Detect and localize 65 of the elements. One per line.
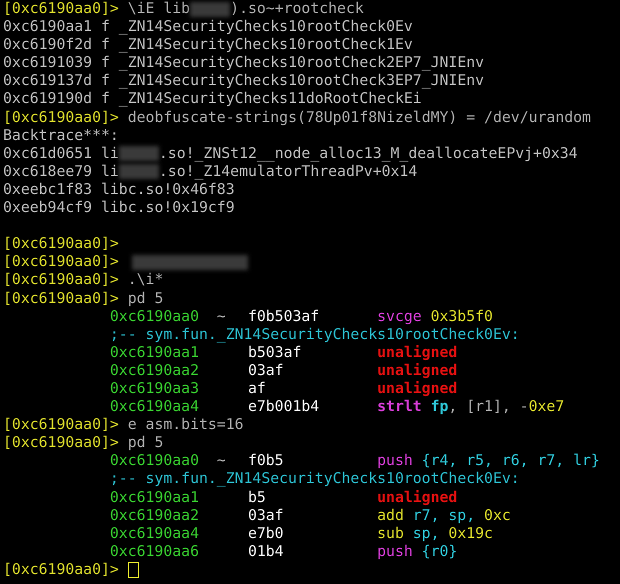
- prompt: [0xc6190aa0]>: [3, 235, 119, 254]
- symbol-label: ;-- sym.fun._ZN14SecurityChecks10rootCheck0Ev:: [110, 470, 520, 489]
- redaction-blur: [190, 2, 230, 17]
- output-text: 0xc6191039 f _ZN14SecurityChecks10rootCheck2EP7_JNIEnv: [3, 54, 484, 72]
- instruction-address: 0xc6190aa4: [110, 398, 200, 416]
- prompt: [0xc6190aa0]>: [3, 108, 119, 127]
- command-text: deobfuscate-strings(78Up01f8NizeldMY) = /dev/urandom: [128, 108, 591, 127]
- instruction-text: sub sp, 0x19c: [377, 524, 493, 543]
- prompt: [0xc6190aa0]>: [3, 0, 119, 18]
- instruction-text: unaligned: [377, 380, 458, 398]
- prompt: [0xc6190aa0]>: [3, 434, 119, 452]
- output-text: 0xeebc1f83 libc.so!0x46f83: [3, 180, 235, 200]
- command-text: \iE lib: [128, 0, 190, 18]
- output-text: 0xc618ee79 li: [3, 162, 119, 181]
- redaction-blur: [118, 146, 159, 162]
- marker-text: ~: [216, 452, 227, 470]
- output-text: 0xc61d0651 li: [3, 144, 119, 163]
- command-text: e asm.bits=16: [128, 416, 244, 434]
- opcode-bytes: b5: [248, 488, 267, 507]
- instruction-address: 0xc6190aa6: [110, 542, 200, 561]
- output-text: 0xc6190aa1 f _ZN14SecurityChecks10rootCheck0Ev: [3, 18, 413, 36]
- output-text: .so!_Z14emulatorThreadPv+0x14: [158, 162, 418, 181]
- output-text: 0xc619190d f _ZN14SecurityChecks11doRootCheckEi: [3, 90, 422, 109]
- marker-text: ~: [216, 308, 227, 326]
- prompt: [0xc6190aa0]>: [3, 560, 119, 579]
- instruction-text: unaligned: [377, 362, 458, 380]
- output-text: Backtrace***:: [3, 126, 119, 145]
- prompt: [0xc6190aa0]>: [3, 271, 119, 290]
- instruction-address: 0xc6190aa2: [110, 362, 200, 380]
- opcode-bytes: af: [248, 380, 267, 398]
- instruction-address: 0xc6190aa0: [110, 308, 200, 326]
- output-text: .so!_ZNSt12__node_alloc13_M_deallocateEPvj+0x34: [158, 144, 578, 163]
- instruction-address: 0xc6190aa1: [110, 344, 200, 362]
- symbol-label: ;-- sym.fun._ZN14SecurityChecks10rootCheck0Ev:: [110, 326, 520, 344]
- instruction-text: unaligned: [377, 344, 458, 362]
- instruction-address: 0xc6190aa3: [110, 380, 200, 398]
- prompt: [0xc6190aa0]>: [3, 253, 119, 272]
- opcode-bytes: 01b4: [248, 542, 285, 561]
- command-text: pd 5: [128, 290, 164, 308]
- opcode-bytes: 03af: [248, 362, 285, 380]
- prompt: [0xc6190aa0]>: [3, 416, 119, 434]
- instruction-text: add r7, sp, 0xc: [377, 506, 511, 525]
- output-text: 0xc619137d f _ZN14SecurityChecks10rootCheck3EP7_JNIEnv: [3, 72, 484, 90]
- opcode-bytes: f0b503af: [248, 308, 320, 326]
- instruction-text: push {r4, r5, r6, r7, lr}: [377, 452, 600, 470]
- instruction-text: push {r0}: [377, 542, 458, 561]
- command-text: pd 5: [128, 434, 164, 452]
- opcode-bytes: 03af: [248, 506, 285, 525]
- prompt: [0xc6190aa0]>: [3, 290, 119, 308]
- opcode-bytes: e7b0: [248, 524, 285, 543]
- instruction-text: unaligned: [377, 488, 458, 507]
- opcode-bytes: b503af: [248, 344, 302, 362]
- opcode-bytes: f0b5: [248, 452, 285, 470]
- instruction-address: 0xc6190aa4: [110, 524, 200, 543]
- instruction-address: 0xc6190aa0: [110, 452, 200, 470]
- output-text: 0xc6190f2d f _ZN14SecurityChecks10rootCheck1Ev: [3, 36, 413, 54]
- output-text: 0xeeb94cf9 libc.so!0x19cf9: [3, 199, 235, 218]
- redaction-blur: [118, 164, 159, 180]
- instruction-text: strlt fp, [r1], -0xe7: [377, 398, 564, 416]
- command-text: ).so~+rootcheck: [230, 0, 364, 18]
- instruction-address: 0xc6190aa2: [110, 506, 200, 525]
- instruction-address: 0xc6190aa1: [110, 488, 200, 507]
- opcode-bytes: e7b001b4: [248, 398, 320, 416]
- instruction-text: svcge 0x3b5f0: [377, 308, 493, 326]
- command-text: .\i*: [128, 271, 164, 290]
